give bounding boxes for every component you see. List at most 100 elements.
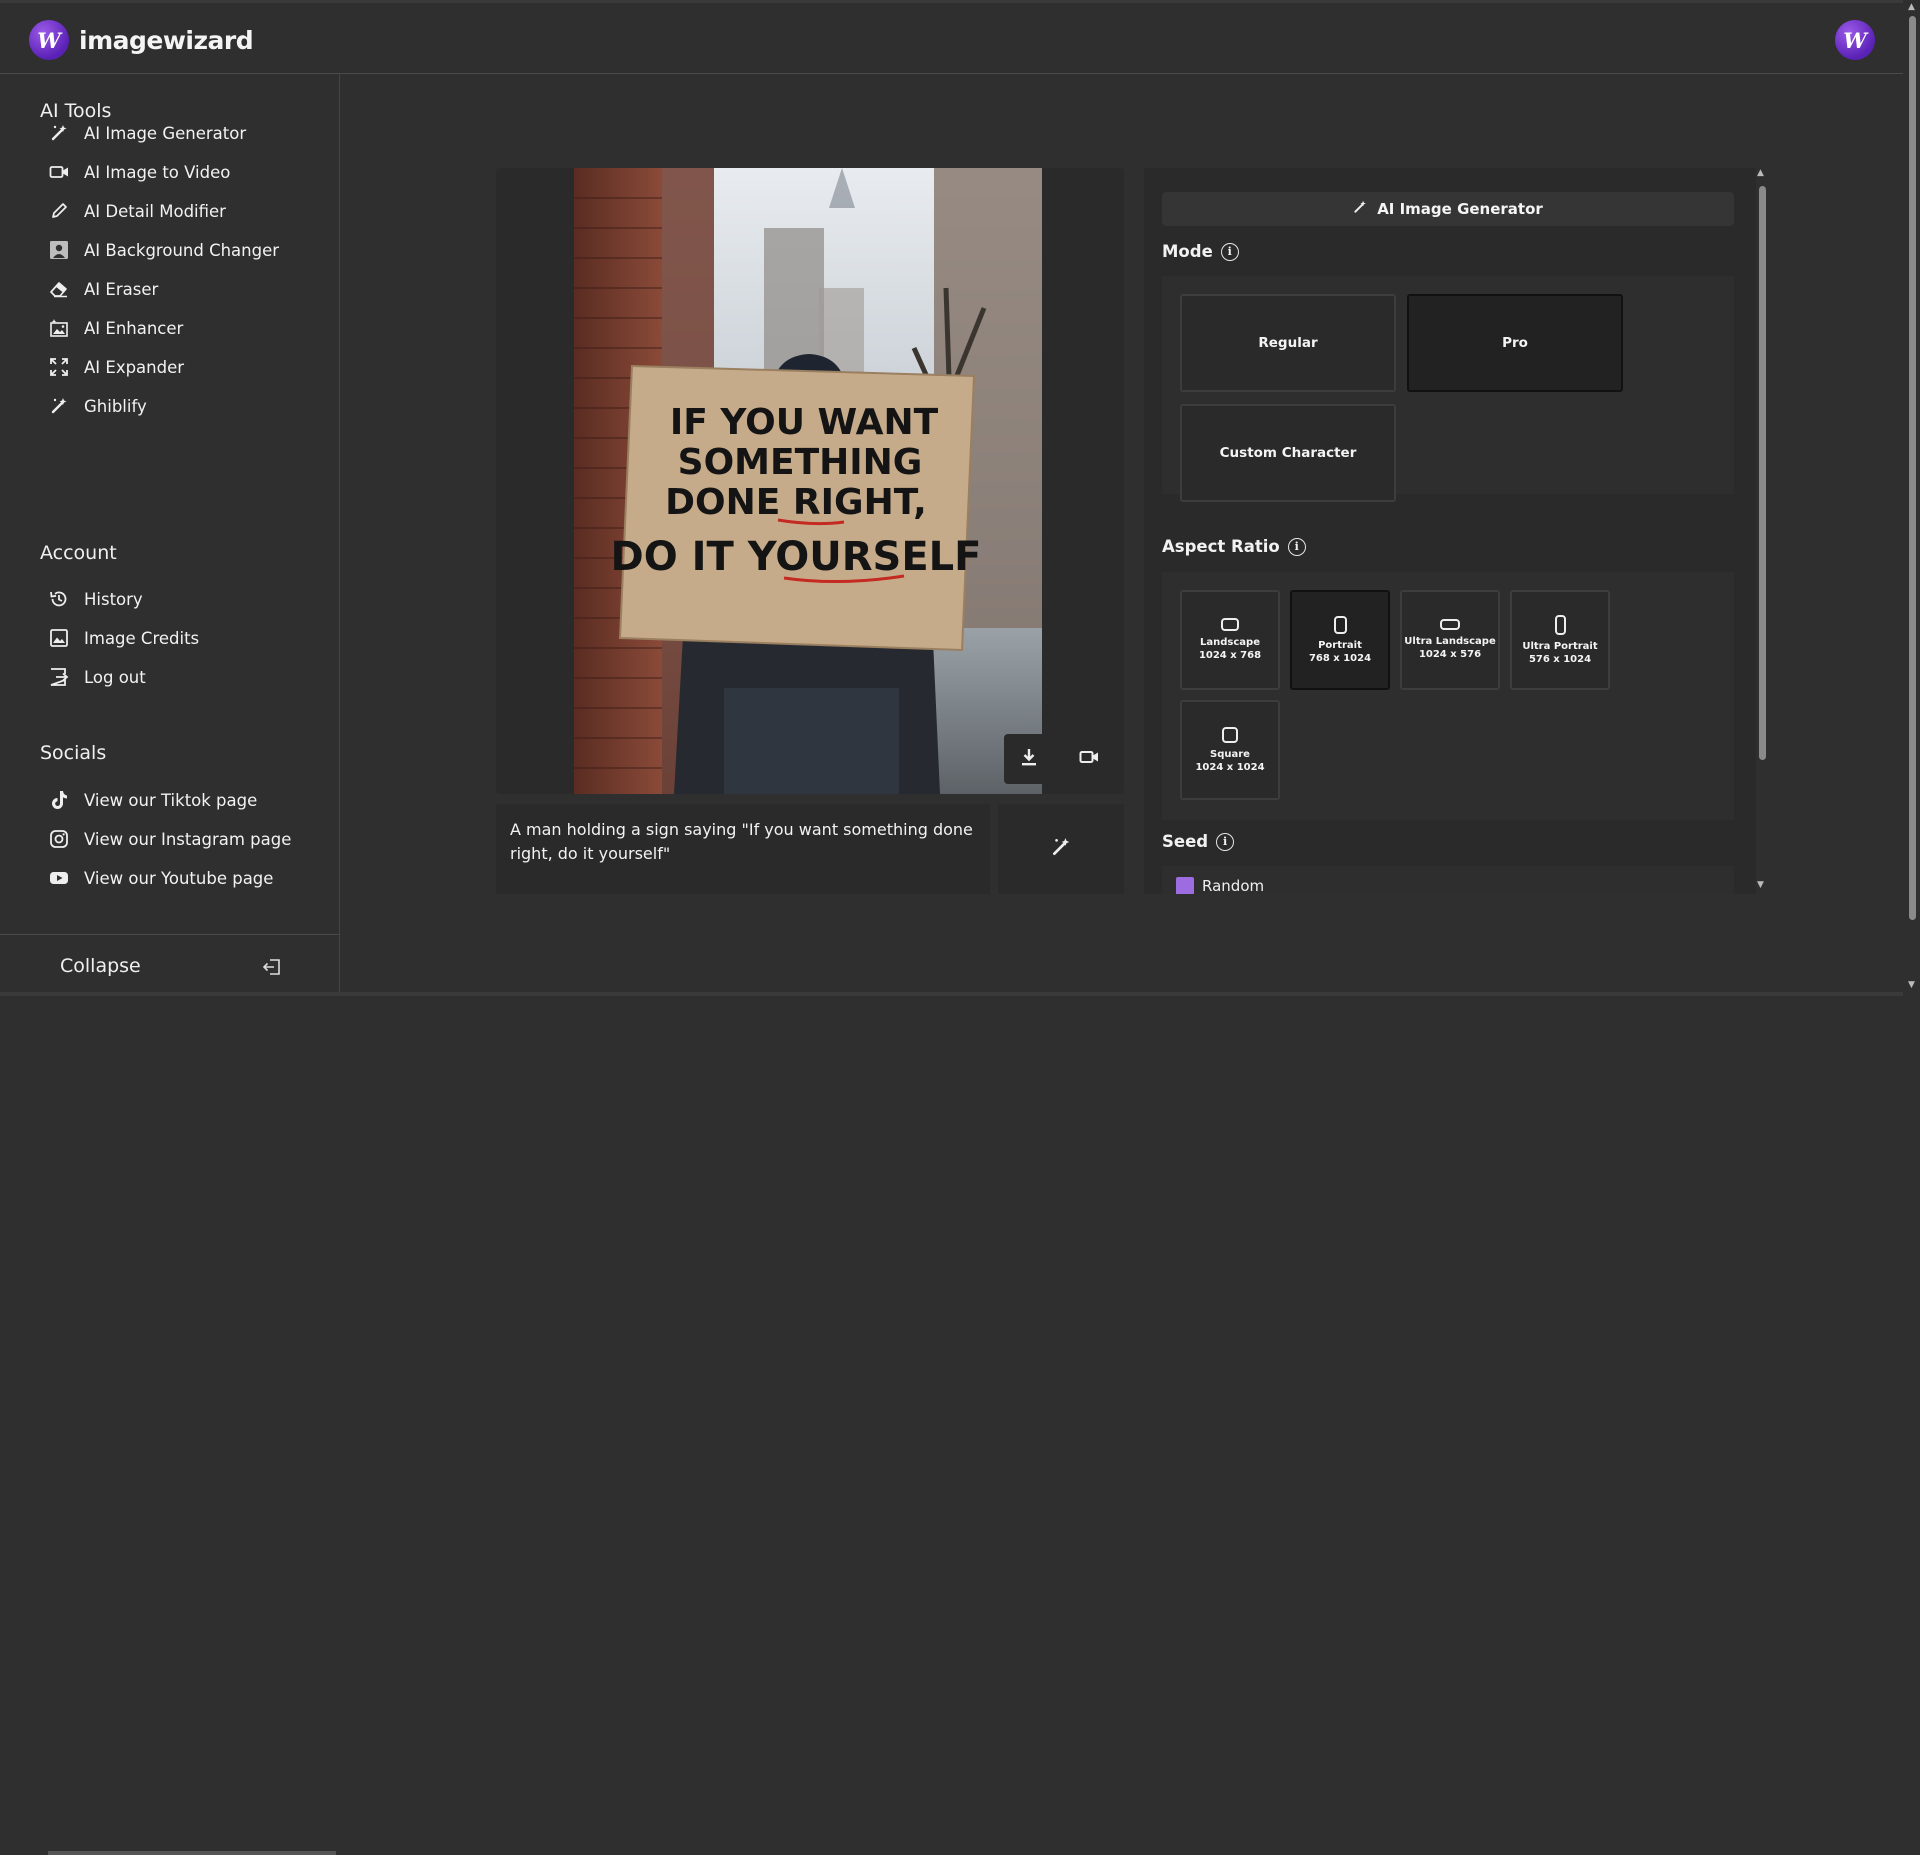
sidebar-scrollbar[interactable] xyxy=(48,1851,336,1855)
scroll-up-icon[interactable]: ▲ xyxy=(1757,168,1764,178)
magic-wand-icon xyxy=(48,395,70,417)
sidebar-item-history[interactable]: History xyxy=(48,582,328,616)
sidebar-item-tiktok[interactable]: View our Tiktok page xyxy=(48,783,328,817)
generated-image-panel: IF YOU WANT SOMETHING DONE RIGHT, DO IT … xyxy=(496,168,1124,794)
mode-pro-button[interactable]: Pro xyxy=(1407,294,1623,392)
sidebar-item-label: Log out xyxy=(84,667,146,687)
tiktok-icon xyxy=(48,789,70,811)
top-bar: W imagewizard W xyxy=(0,0,1903,74)
scroll-down-icon[interactable]: ▼ xyxy=(1757,880,1764,890)
ratio-name: Portrait xyxy=(1318,639,1362,651)
prompt-input[interactable]: A man holding a sign saying "If you want… xyxy=(496,804,990,894)
logo[interactable]: W imagewizard xyxy=(29,19,254,61)
user-avatar[interactable]: W xyxy=(1835,20,1875,60)
video-camera-icon xyxy=(48,161,70,183)
seed-option-label: Random xyxy=(1202,877,1265,894)
ratio-portrait-button[interactable]: Portrait 768 x 1024 xyxy=(1290,590,1390,690)
sidebar-item-label: View our Youtube page xyxy=(84,868,274,888)
app-name: imagewizard xyxy=(79,25,254,55)
generated-image[interactable]: IF YOU WANT SOMETHING DONE RIGHT, DO IT … xyxy=(574,168,1042,794)
person-portrait-icon xyxy=(48,239,70,261)
sidebar-item-log-out[interactable]: Log out xyxy=(48,660,328,694)
download-button[interactable] xyxy=(1004,734,1054,784)
ratio-size: 1024 x 1024 xyxy=(1195,761,1265,773)
sidebar-item-label: AI Eraser xyxy=(84,279,159,299)
random-seed-checkbox[interactable] xyxy=(1176,877,1194,894)
sidebar-item-ai-image-to-video[interactable]: AI Image to Video xyxy=(48,155,328,189)
sidebar-item-label: AI Detail Modifier xyxy=(84,201,226,221)
expand-icon xyxy=(48,356,70,378)
sidebar-item-ai-expander[interactable]: AI Expander xyxy=(48,350,328,384)
settings-title: AI Image Generator xyxy=(1377,200,1543,218)
square-shape-icon xyxy=(1222,726,1238,743)
info-icon[interactable]: i xyxy=(1220,242,1239,261)
info-icon[interactable]: i xyxy=(1287,537,1306,556)
mode-label-row: Mode i xyxy=(1162,242,1239,261)
sidebar-item-label: AI Image to Video xyxy=(84,162,231,182)
ultra-landscape-shape-icon xyxy=(1440,619,1460,630)
ratio-name: Ultra Landscape xyxy=(1404,636,1496,647)
logout-icon xyxy=(48,666,70,688)
ratio-ultra-landscape-button[interactable]: Ultra Landscape 1024 x 576 xyxy=(1400,590,1500,690)
sidebar-item-ai-detail-modifier[interactable]: AI Detail Modifier xyxy=(48,194,328,228)
landscape-shape-icon xyxy=(1221,618,1239,631)
ratio-size: 1024 x 576 xyxy=(1418,649,1482,660)
sidebar-item-ai-image-generator[interactable]: AI Image Generator xyxy=(48,116,328,150)
bottom-bar xyxy=(0,992,1903,996)
logo-badge: W xyxy=(29,20,69,60)
collapse-icon[interactable] xyxy=(262,957,282,981)
mode-regular-button[interactable]: Regular xyxy=(1180,294,1396,392)
sign-line-2: SOMETHING xyxy=(678,442,923,483)
sign-line-4: DO IT YOURSELF xyxy=(611,534,982,580)
magic-wand-icon xyxy=(48,122,70,144)
sidebar-item-ai-eraser[interactable]: AI Eraser xyxy=(48,272,328,306)
sidebar-item-label: AI Expander xyxy=(84,357,185,377)
page-scrollbar-thumb[interactable] xyxy=(1909,16,1916,920)
sidebar-item-ai-enhancer[interactable]: AI Enhancer xyxy=(48,311,328,345)
magic-wand-icon xyxy=(1051,837,1071,861)
ratio-size: 768 x 1024 xyxy=(1308,652,1372,664)
image-icon xyxy=(48,627,70,649)
ratio-landscape-button[interactable]: Landscape 1024 x 768 xyxy=(1180,590,1280,690)
generate-button[interactable] xyxy=(998,804,1124,894)
page-scroll-down-icon[interactable]: ▼ xyxy=(1908,980,1915,990)
settings-panel: AI Image Generator Mode i Regular Pro Cu… xyxy=(1144,168,1756,894)
sidebar-item-label: AI Image Generator xyxy=(84,123,247,143)
ratio-square-button[interactable]: Square 1024 x 1024 xyxy=(1180,700,1280,800)
ultra-portrait-shape-icon xyxy=(1554,614,1566,635)
settings-scrollbar-thumb[interactable] xyxy=(1759,186,1766,760)
aspect-ratio-label-row: Aspect Ratio i xyxy=(1162,537,1306,556)
mode-label: Mode xyxy=(1162,242,1213,261)
sidebar-item-ghiblify[interactable]: Ghiblify xyxy=(48,389,328,423)
aspect-ratio-options: Landscape 1024 x 768 Portrait 768 x 1024… xyxy=(1162,572,1734,820)
mode-custom-character-button[interactable]: Custom Character xyxy=(1180,404,1396,502)
collapse-button[interactable]: Collapse xyxy=(60,955,141,977)
sign-line-1: IF YOU WANT xyxy=(670,402,939,443)
download-icon xyxy=(1021,748,1037,770)
ratio-ultra-portrait-button[interactable]: Ultra Portrait 576 x 1024 xyxy=(1510,590,1610,690)
section-title-account: Account xyxy=(40,542,117,564)
sidebar-item-youtube[interactable]: View our Youtube page xyxy=(48,861,328,895)
seed-random-option[interactable]: Random xyxy=(1162,866,1734,894)
convert-to-video-button[interactable] xyxy=(1064,734,1114,784)
mode-options: Regular Pro Custom Character xyxy=(1162,276,1734,502)
info-icon[interactable]: i xyxy=(1216,832,1235,851)
aspect-ratio-label: Aspect Ratio xyxy=(1162,537,1280,556)
sidebar-item-label: AI Background Changer xyxy=(84,240,280,260)
ratio-name: Ultra Portrait xyxy=(1522,640,1598,652)
sidebar-item-image-credits[interactable]: Image Credits xyxy=(48,621,328,655)
ratio-name: Landscape xyxy=(1200,637,1260,648)
sidebar: AI Tools AI Image Generator AI Image to … xyxy=(0,74,340,1855)
history-icon xyxy=(48,588,70,610)
ratio-size: 1024 x 768 xyxy=(1198,650,1262,661)
seed-label: Seed xyxy=(1162,832,1209,851)
sidebar-item-label: AI Enhancer xyxy=(84,318,184,338)
image-illustration: IF YOU WANT SOMETHING DONE RIGHT, DO IT … xyxy=(574,168,1042,794)
sidebar-item-ai-background-changer[interactable]: AI Background Changer xyxy=(48,233,328,267)
page-scroll-up-icon[interactable]: ▲ xyxy=(1908,2,1915,12)
pencil-icon xyxy=(48,200,70,222)
portrait-shape-icon xyxy=(1333,615,1347,634)
sidebar-item-instagram[interactable]: View our Instagram page xyxy=(48,822,328,856)
sidebar-item-label: Image Credits xyxy=(84,628,200,648)
sign-line-3: DONE RIGHT, xyxy=(665,482,927,523)
